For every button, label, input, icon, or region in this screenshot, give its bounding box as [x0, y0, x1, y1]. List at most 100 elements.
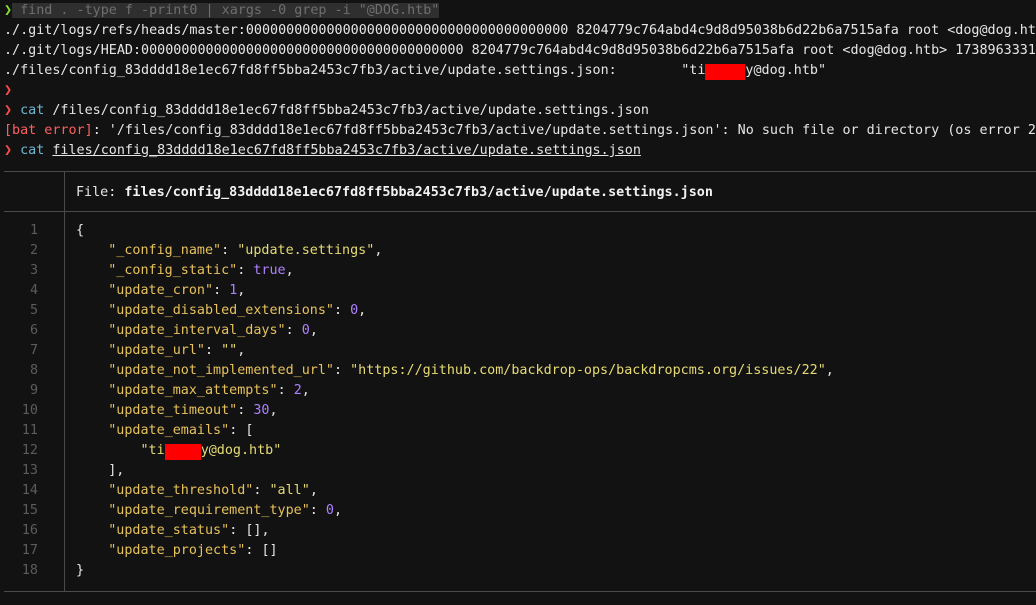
json-string-value: "https://github.com/backdrop-ops/backdro… [350, 363, 826, 378]
json-key: "update_requirement_type" [108, 503, 310, 518]
code-line: "update_requirement_type": 0, [108, 503, 343, 518]
json-key: "update_interval_days" [108, 323, 286, 338]
json-brace: { [76, 223, 85, 238]
code-line: "update_not_implemented_url": "https://g… [108, 363, 834, 378]
code-line: "update_emails": [ [108, 423, 254, 438]
line-number: 18 [21, 563, 38, 578]
json-number-value: 0 [301, 323, 310, 338]
code-line: "update_timeout": 30, [108, 403, 278, 418]
code-line: "update_projects": [] [108, 543, 278, 558]
json-key: "update_disabled_extensions" [108, 303, 334, 318]
terminal-window[interactable]: ❯ find . -type f -print0 | xargs -0 grep… [0, 0, 1036, 605]
json-bracket: [ [245, 423, 254, 438]
file-name: files/config_83dddd18e1ec67fd8ff5bba2453… [124, 185, 713, 200]
prompt-chevron-icon: ❯ [4, 103, 13, 118]
bat-top-rule [4, 171, 1036, 172]
json-key: "update_not_implemented_url" [108, 363, 334, 378]
json-string-value: "update.settings" [237, 243, 375, 258]
find-command-text: find . -type f -print0 | xargs -0 grep -… [12, 3, 440, 18]
bat-error-line: [bat error]: '/files/config_83dddd18e1ec… [4, 121, 1036, 141]
json-string-value: "" [221, 343, 238, 358]
line-number: 12 [21, 443, 38, 458]
json-string-value: y@dog.htb" [200, 443, 282, 458]
line-number: 7 [29, 343, 38, 358]
code-line: "tixxxxy@dog.htb" [76, 441, 281, 461]
redaction-box: xxxx [705, 64, 746, 80]
code-line: "update_interval_days": 0, [108, 323, 318, 338]
json-key: "_config_static" [108, 263, 238, 278]
code-line: "update_status": [], [108, 523, 270, 538]
redaction-box: xxxx [164, 444, 201, 460]
line-number: 16 [21, 523, 38, 538]
json-key: "update_threshold" [108, 483, 254, 498]
bat-file-header: File: files/config_83dddd18e1ec67fd8ff5b… [76, 183, 713, 203]
line-number: 15 [21, 503, 38, 518]
terminal-output-line: ./.git/logs/refs/heads/master:0000000000… [4, 23, 1036, 38]
json-key: "update_projects" [108, 543, 246, 558]
code-line: { [76, 221, 84, 241]
bat-bottom-rule [4, 591, 1036, 592]
cat-command: cat [20, 103, 45, 118]
json-bool-value: true [253, 263, 286, 278]
terminal-line-cat-command: ❯ cat files/config_83dddd18e1ec67fd8ff5b… [4, 141, 1036, 161]
json-number-value: 0 [325, 503, 334, 518]
file-label: File: [76, 185, 125, 200]
bat-error-tag: [bat error] [4, 123, 93, 138]
line-number: 2 [29, 243, 38, 258]
code-line: "update_url": "", [108, 343, 246, 358]
line-number: 5 [29, 303, 38, 318]
json-key: "update_status" [108, 523, 230, 538]
terminal-line-cat-command: ❯ cat /files/config_83dddd18e1ec67fd8ff5… [4, 101, 1036, 121]
json-number-value: 0 [350, 303, 359, 318]
json-string-value: "ti [140, 443, 165, 458]
json-key: "update_max_attempts" [108, 383, 278, 398]
json-brace: } [76, 563, 85, 578]
line-number: 11 [21, 423, 38, 438]
json-key: "update_emails" [108, 423, 230, 438]
json-bracket: ], [108, 463, 125, 478]
json-bracket: [] [245, 523, 262, 538]
json-key: "_config_name" [108, 243, 222, 258]
cat-command: cat [20, 143, 45, 158]
code-line: "update_disabled_extensions": 0, [108, 303, 367, 318]
terminal-output-line: ./.git/logs/HEAD:00000000000000000000000… [4, 43, 1036, 58]
terminal-empty-prompt: ❯ [4, 81, 1036, 101]
line-number: 14 [21, 483, 38, 498]
prompt-chevron-icon: ❯ [4, 143, 13, 158]
cat-argument: /files/config_83dddd18e1ec67fd8ff5bba245… [44, 103, 649, 118]
code-line: "_config_static": true, [108, 263, 294, 278]
json-number-value: 30 [253, 403, 270, 418]
bat-gutter-separator [64, 211, 65, 592]
code-line: "update_max_attempts": 2, [108, 383, 310, 398]
grep-match-suffix: y@dog.htb" [745, 63, 827, 78]
json-key: "update_timeout" [108, 403, 238, 418]
json-bracket: [] [261, 543, 278, 558]
line-number: 8 [29, 363, 38, 378]
json-key: "update_cron" [108, 283, 214, 298]
line-number: 1 [29, 223, 38, 238]
json-key: "update_url" [108, 343, 205, 358]
line-number: 3 [29, 263, 38, 278]
terminal-output-line: ./files/config_83dddd18e1ec67fd8ff5bba24… [4, 61, 1036, 81]
terminal-line-find-command: ❯ find . -type f -print0 | xargs -0 grep… [4, 1, 1036, 21]
cat-argument-path: files/config_83dddd18e1ec67fd8ff5bba2453… [52, 143, 641, 158]
line-number: 9 [29, 383, 38, 398]
line-number: 17 [21, 543, 38, 558]
bat-header-rule [4, 211, 1036, 212]
line-number: 6 [29, 323, 38, 338]
code-line: } [76, 561, 84, 581]
code-line: ], [76, 461, 124, 481]
grep-match-path: ./files/config_83dddd18e1ec67fd8ff5bba24… [4, 63, 706, 78]
code-line: "update_threshold": "all", [108, 483, 318, 498]
json-string-value: "all" [269, 483, 310, 498]
prompt-chevron-icon: ❯ [4, 83, 13, 98]
prompt-chevron-icon: ❯ [4, 3, 13, 18]
line-number: 13 [21, 463, 38, 478]
bat-header-separator [64, 171, 65, 212]
code-line: "_config_name": "update.settings", [108, 243, 383, 258]
json-number-value: 2 [293, 383, 302, 398]
bat-error-message: : '/files/config_83dddd18e1ec67fd8ff5bba… [92, 123, 1036, 138]
line-number: 10 [21, 403, 38, 418]
line-number: 4 [29, 283, 38, 298]
code-line: "update_cron": 1, [108, 283, 246, 298]
